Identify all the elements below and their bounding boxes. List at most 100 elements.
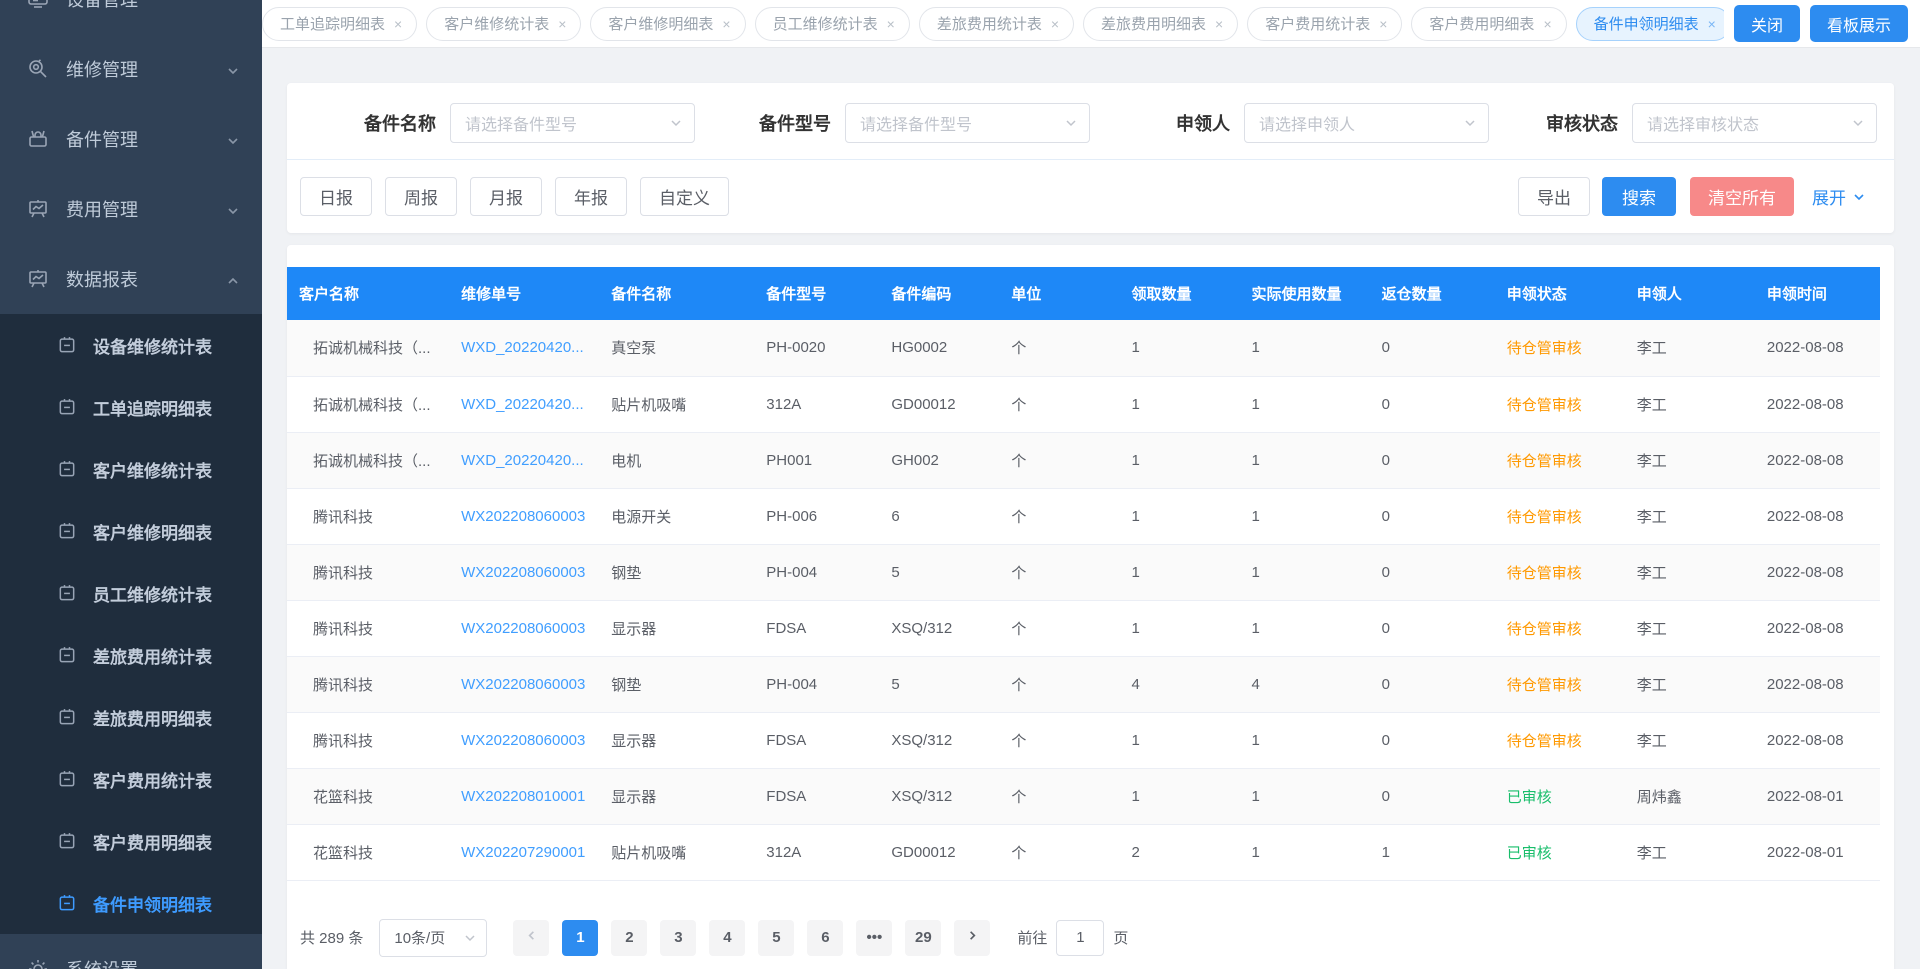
- page-number-button[interactable]: •••: [856, 920, 892, 956]
- table-row[interactable]: 腾讯科技 WX202208060003 钢垫 PH-004 5 个 1 1 0 …: [287, 544, 1880, 600]
- page-number-button[interactable]: 4: [709, 920, 745, 956]
- page-number-button[interactable]: 5: [758, 920, 794, 956]
- clear-all-button[interactable]: 清空所有: [1690, 177, 1794, 216]
- tab[interactable]: 差旅费用统计表 ×: [919, 7, 1074, 41]
- tab[interactable]: 工单追踪明细表 ×: [262, 7, 417, 41]
- status-badge: 已审核: [1507, 789, 1552, 806]
- applicant-select[interactable]: 请选择申领人: [1244, 103, 1489, 143]
- cell-applicant: 李工: [1625, 488, 1755, 544]
- tab-close-icon[interactable]: ×: [558, 17, 566, 31]
- tab-close-icon[interactable]: ×: [887, 17, 895, 31]
- part-model-select[interactable]: 请选择备件型号: [845, 103, 1090, 143]
- sidebar-item-system-settings[interactable]: 系统设置: [0, 934, 262, 969]
- repair-order-link[interactable]: WX202207290001: [461, 844, 585, 861]
- next-page-button[interactable]: [954, 920, 990, 956]
- period-button[interactable]: 月报: [470, 177, 542, 216]
- tab-label: 备件申领明细表: [1594, 13, 1699, 34]
- sidebar-submenu-item[interactable]: 差旅费用明细表: [0, 686, 262, 748]
- cell-customer: 花篮科技: [287, 824, 449, 880]
- repair-order-link[interactable]: WX202208010001: [461, 788, 585, 805]
- cell-applicant: 李工: [1625, 824, 1755, 880]
- page-number-button[interactable]: 3: [660, 920, 696, 956]
- table-row[interactable]: 花篮科技 WX202208010001 显示器 FDSA XSQ/312 个 1…: [287, 768, 1880, 824]
- table-row[interactable]: 拓诚机械科技（... WXD_20220420... 贴片机吸嘴 312A GD…: [287, 376, 1880, 432]
- sidebar-submenu-item[interactable]: 工单追踪明细表: [0, 376, 262, 438]
- repair-order-link[interactable]: WX202208060003: [461, 508, 585, 525]
- table-row[interactable]: 拓诚机械科技（... WXD_20220420... 真空泵 PH-0020 H…: [287, 320, 1880, 376]
- tab[interactable]: 备件申领明细表 ×: [1576, 7, 1724, 41]
- sidebar-submenu-item[interactable]: 备件申领明细表: [0, 872, 262, 934]
- cell-qty-used: 1: [1240, 600, 1370, 656]
- expense-icon: [26, 197, 50, 221]
- part-name-select[interactable]: 请选择备件型号: [450, 103, 695, 143]
- sidebar-item-expense-management[interactable]: 费用管理: [0, 174, 262, 244]
- sidebar-submenu-item[interactable]: 差旅费用统计表: [0, 624, 262, 686]
- tab-close-icon[interactable]: ×: [1379, 17, 1387, 31]
- jump-page-input[interactable]: [1056, 920, 1104, 956]
- chevron-down-icon: [1851, 116, 1865, 130]
- sidebar-submenu-item[interactable]: 员工维修统计表: [0, 562, 262, 624]
- page-number-button[interactable]: 1: [562, 920, 598, 956]
- cell-unit: 个: [999, 320, 1119, 376]
- table-row[interactable]: 花篮科技 WX202207290001 贴片机吸嘴 312A GD00012 个…: [287, 824, 1880, 880]
- page-size-select[interactable]: 10条/页: [379, 919, 487, 957]
- period-button[interactable]: 自定义: [640, 177, 729, 216]
- repair-order-link[interactable]: WX202208060003: [461, 620, 585, 637]
- prev-page-button[interactable]: [513, 920, 549, 956]
- page-number-button[interactable]: 2: [611, 920, 647, 956]
- repair-order-link[interactable]: WXD_20220420...: [461, 396, 584, 413]
- repair-order-link[interactable]: WX202208060003: [461, 676, 585, 693]
- sidebar-submenu-item[interactable]: 客户费用统计表: [0, 748, 262, 810]
- table-row[interactable]: 拓诚机械科技（... WXD_20220420... 电机 PH001 GH00…: [287, 432, 1880, 488]
- period-button[interactable]: 年报: [555, 177, 627, 216]
- tab-close-icon[interactable]: ×: [1543, 17, 1551, 31]
- search-button[interactable]: 搜索: [1602, 177, 1676, 216]
- sidebar-item-device-management[interactable]: 设备管理: [0, 0, 262, 34]
- export-button[interactable]: 导出: [1518, 177, 1590, 216]
- report-sheet-icon: [57, 583, 77, 603]
- tab[interactable]: 客户费用明细表 ×: [1411, 7, 1566, 41]
- sidebar-submenu-item[interactable]: 客户维修明细表: [0, 500, 262, 562]
- select-placeholder: 请选择备件型号: [860, 111, 972, 135]
- tab[interactable]: 客户费用统计表 ×: [1247, 7, 1402, 41]
- tab-label: 工单追踪明细表: [280, 13, 385, 34]
- sidebar-submenu-item[interactable]: 设备维修统计表: [0, 314, 262, 376]
- repair-order-link[interactable]: WX202208060003: [461, 732, 585, 749]
- page-number-button[interactable]: 29: [905, 920, 941, 956]
- sidebar-submenu-item[interactable]: 客户费用明细表: [0, 810, 262, 872]
- table-header-cell: 实际使用数量: [1240, 267, 1370, 320]
- page-number-button[interactable]: 6: [807, 920, 843, 956]
- sidebar-submenu-item[interactable]: 客户维修统计表: [0, 438, 262, 500]
- audit-status-select[interactable]: 请选择审核状态: [1632, 103, 1877, 143]
- tab[interactable]: 客户维修明细表 ×: [590, 7, 745, 41]
- table-row[interactable]: 腾讯科技 WX202208060003 钢垫 PH-004 5 个 4 4 0 …: [287, 656, 1880, 712]
- sidebar-item-repair-management[interactable]: 维修管理: [0, 34, 262, 104]
- tab[interactable]: 员工维修统计表 ×: [755, 7, 910, 41]
- tab[interactable]: 差旅费用明细表 ×: [1083, 7, 1238, 41]
- table-row[interactable]: 腾讯科技 WX202208060003 显示器 FDSA XSQ/312 个 1…: [287, 600, 1880, 656]
- tab-close-icon[interactable]: ×: [1051, 17, 1059, 31]
- repair-order-link[interactable]: WX202208060003: [461, 564, 585, 581]
- tab-label: 客户费用明细表: [1429, 13, 1534, 34]
- status-badge: 待仓管审核: [1507, 565, 1582, 582]
- tab-close-icon[interactable]: ×: [1708, 17, 1716, 31]
- tab-close-icon[interactable]: ×: [722, 17, 730, 31]
- repair-order-link[interactable]: WXD_20220420...: [461, 339, 584, 356]
- table-row[interactable]: 腾讯科技 WX202208060003 显示器 FDSA XSQ/312 个 1…: [287, 712, 1880, 768]
- period-button[interactable]: 周报: [385, 177, 457, 216]
- select-placeholder: 请选择备件型号: [465, 111, 577, 135]
- report-sheet-icon: [57, 459, 77, 479]
- report-icon: [26, 267, 50, 291]
- period-button[interactable]: 日报: [300, 177, 372, 216]
- tab-close-icon[interactable]: ×: [394, 17, 402, 31]
- tab-close-icon[interactable]: ×: [1215, 17, 1223, 31]
- table-row[interactable]: 腾讯科技 WX202208060003 电源开关 PH-006 6 个 1 1 …: [287, 488, 1880, 544]
- expand-toggle[interactable]: 展开: [1812, 184, 1866, 209]
- tab[interactable]: 客户维修统计表 ×: [426, 7, 581, 41]
- board-display-button[interactable]: 看板展示: [1810, 5, 1908, 42]
- repair-order-link[interactable]: WXD_20220420...: [461, 452, 584, 469]
- sidebar-item-spareparts-management[interactable]: 备件管理: [0, 104, 262, 174]
- status-badge: 待仓管审核: [1507, 397, 1582, 414]
- sidebar-item-data-reports[interactable]: 数据报表: [0, 244, 262, 314]
- close-button[interactable]: 关闭: [1734, 5, 1800, 42]
